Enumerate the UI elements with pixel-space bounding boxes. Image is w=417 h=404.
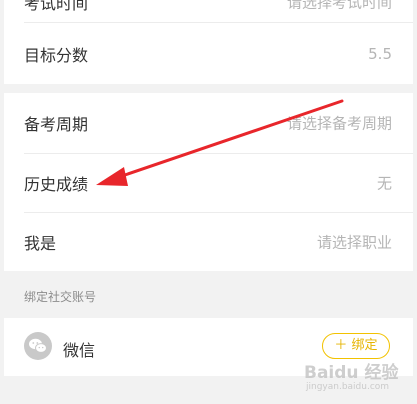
study-info-section: 备考周期 请选择备考周期 历史成绩 无 我是 请选择职业 bbox=[4, 93, 413, 271]
prep-period-row[interactable]: 备考周期 请选择备考周期 bbox=[4, 93, 413, 153]
occupation-value: 请选择职业 bbox=[316, 233, 392, 252]
baidu-jingyan-watermark: Baidu 经验 jingyan.baidu.com bbox=[304, 358, 413, 400]
profile-settings-page: 考试时间 请选择考试时间 目标分数 5.5 备考周期 请选择备考周期 历史成绩 … bbox=[4, 0, 413, 404]
target-score-value: 5.5 bbox=[368, 44, 392, 63]
exam-info-section: 考试时间 请选择考试时间 目标分数 5.5 bbox=[4, 0, 413, 84]
exam-time-label: 考试时间 bbox=[24, 0, 89, 13]
exam-time-value: 请选择考试时间 bbox=[286, 0, 392, 12]
bind-wechat-button[interactable]: ＋ 绑定 bbox=[322, 333, 390, 359]
history-scores-row[interactable]: 历史成绩 无 bbox=[4, 154, 413, 212]
history-scores-value: 无 bbox=[376, 174, 392, 193]
wechat-icon bbox=[24, 332, 52, 360]
occupation-row[interactable]: 我是 请选择职业 bbox=[4, 213, 413, 271]
watermark-url: jingyan.baidu.com bbox=[306, 382, 390, 392]
history-scores-label: 历史成绩 bbox=[24, 175, 89, 194]
social-accounts-section-title: 绑定社交账号 bbox=[24, 290, 97, 304]
target-score-label: 目标分数 bbox=[24, 45, 89, 65]
wechat-label: 微信 bbox=[63, 341, 96, 360]
prep-period-value: 请选择备考周期 bbox=[286, 114, 392, 133]
exam-time-row[interactable]: 考试时间 请选择考试时间 bbox=[4, 0, 413, 22]
occupation-label: 我是 bbox=[24, 234, 57, 253]
watermark-logo-text: Baidu 经验 bbox=[304, 363, 399, 383]
prep-period-label: 备考周期 bbox=[24, 115, 89, 134]
target-score-row[interactable]: 目标分数 5.5 bbox=[4, 23, 413, 84]
